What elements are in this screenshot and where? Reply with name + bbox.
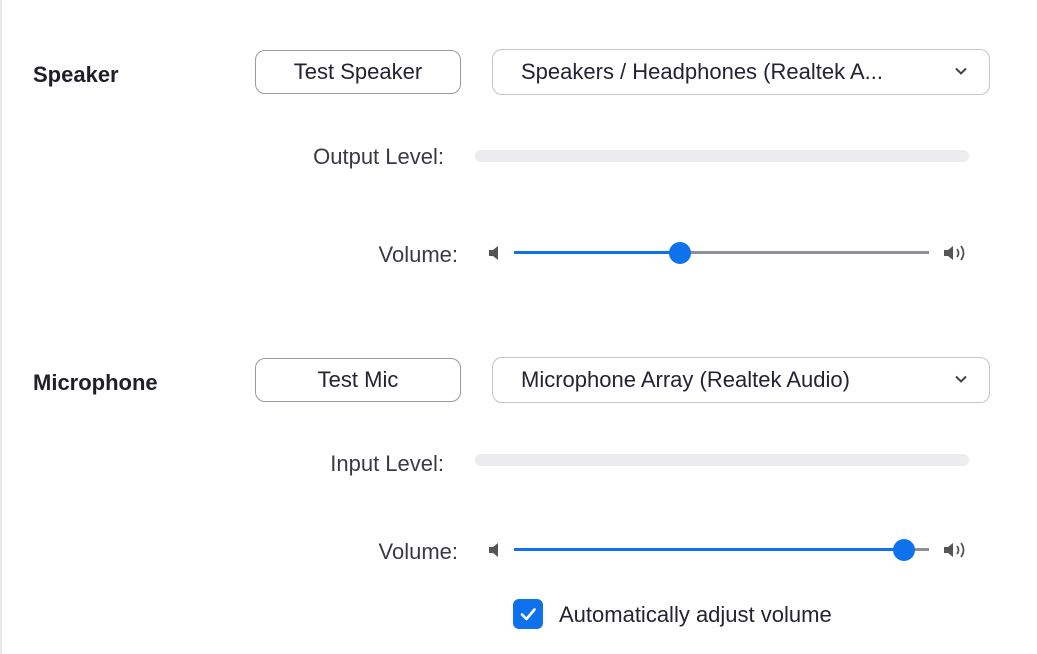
speaker-section-label: Speaker [33,62,119,87]
speaker-low-icon [489,543,498,557]
microphone-device-value: Microphone Array (Realtek Audio) [521,367,850,392]
speaker-low-icon [489,246,498,260]
test-mic-button[interactable]: Test Mic [255,358,461,402]
input-level-label: Input Level: [330,451,444,476]
speaker-high-icon [944,245,965,261]
checkmark-icon [520,608,536,621]
microphone-device-select[interactable]: Microphone Array (Realtek Audio) [492,357,990,403]
chevron-down-icon [955,375,967,383]
test-speaker-button[interactable]: Test Speaker [255,50,461,94]
output-level-meter [475,150,969,162]
speaker-volume-label: Volume: [378,242,459,267]
microphone-volume-track-fill [514,548,905,551]
speaker-high-icon [944,542,965,558]
microphone-volume-slider[interactable] [488,535,973,565]
output-level-label: Output Level: [313,144,444,169]
speaker-device-value: Speakers / Headphones (Realtek A... [521,59,883,84]
speaker-volume-thumb[interactable] [669,242,691,264]
auto-adjust-volume-checkbox[interactable] [513,599,543,629]
input-level-meter [475,454,969,466]
auto-adjust-volume-label[interactable]: Automatically adjust volume [559,602,832,628]
microphone-volume-label: Volume: [378,539,459,564]
speaker-device-select[interactable]: Speakers / Headphones (Realtek A... [492,49,990,95]
panel-left-border [0,0,2,654]
speaker-volume-track-fill [514,251,680,254]
chevron-down-icon [955,67,967,75]
microphone-volume-thumb[interactable] [893,539,916,561]
microphone-section-label: Microphone [33,370,158,395]
speaker-volume-track-rest [680,251,929,254]
speaker-volume-slider[interactable] [488,238,973,268]
